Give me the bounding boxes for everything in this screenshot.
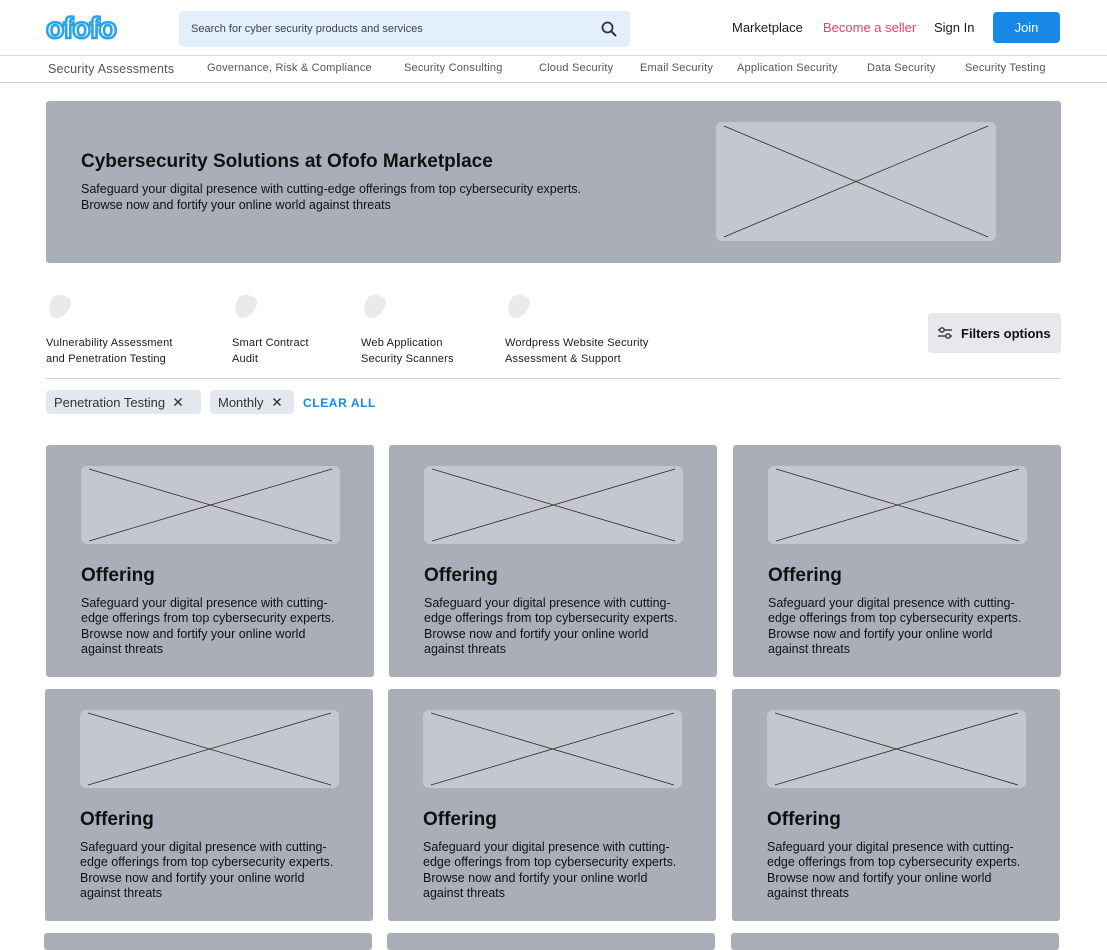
offering-card[interactable]: Offering Safeguard your digital presence… [45, 689, 373, 921]
offering-card-partial[interactable] [387, 933, 715, 950]
quick-category-vapt[interactable]: Vulnerability Assessment and Penetration … [46, 294, 173, 367]
hero-image-placeholder [716, 122, 996, 241]
category-cloud-security[interactable]: Cloud Security [539, 62, 613, 74]
quick-category-wordpress-security[interactable]: Wordpress Website Security Assessment & S… [505, 294, 649, 367]
offering-image-placeholder [767, 710, 1026, 788]
quick-category-label: Vulnerability Assessment and Penetration … [46, 337, 173, 365]
top-header: ofofo Marketplace Become a seller Sign I… [0, 0, 1107, 56]
quick-category-label: Web Application Security Scanners [361, 337, 454, 365]
offering-description: Safeguard your digital presence with cut… [80, 840, 334, 900]
offering-title: Offering [424, 565, 498, 586]
filter-chip-label: Penetration Testing [54, 394, 166, 410]
offering-description: Safeguard your digital presence with cut… [81, 596, 335, 656]
quick-category-label: Wordpress Website Security Assessment & S… [505, 337, 649, 365]
offering-image-placeholder [80, 710, 339, 788]
offering-card[interactable]: Offering Safeguard your digital presence… [733, 445, 1061, 677]
search-icon[interactable] [600, 20, 618, 38]
category-email-security[interactable]: Email Security [640, 62, 713, 74]
shield-icon [49, 294, 72, 319]
close-icon[interactable] [272, 397, 282, 407]
svg-text:ofofo: ofofo [46, 13, 117, 43]
offering-card[interactable]: Offering Safeguard your digital presence… [389, 445, 717, 677]
logo-wordmark: ofofo [46, 13, 119, 43]
hero-banner: Cybersecurity Solutions at Ofofo Marketp… [46, 101, 1061, 263]
sliders-icon [938, 327, 952, 339]
offering-title: Offering [767, 809, 841, 830]
offering-title: Offering [768, 565, 842, 586]
category-security-testing[interactable]: Security Testing [965, 62, 1046, 74]
offering-image-placeholder [424, 466, 683, 544]
category-governance-risk-compliance[interactable]: Governance, Risk & Compliance [207, 62, 372, 74]
offering-description: Safeguard your digital presence with cut… [424, 596, 678, 656]
nav-become-seller-link[interactable]: Become a seller [823, 20, 916, 35]
shield-icon [364, 294, 387, 319]
filter-chip-monthly[interactable]: Monthly [210, 390, 294, 414]
offering-description: Safeguard your digital presence with cut… [768, 596, 1022, 656]
offering-image-placeholder [768, 466, 1027, 544]
join-button[interactable]: Join [993, 12, 1060, 43]
offering-card-partial[interactable] [44, 933, 372, 950]
offering-card-partial[interactable] [731, 933, 1059, 950]
filters-options-button[interactable]: Filters options [928, 313, 1061, 353]
offering-card[interactable]: Offering Safeguard your digital presence… [46, 445, 374, 677]
quick-category-web-app-scanners[interactable]: Web Application Security Scanners [361, 294, 454, 367]
offering-title: Offering [423, 809, 497, 830]
quick-category-smart-contract-audit[interactable]: Smart Contract Audit [232, 294, 309, 367]
nav-sign-in-link[interactable]: Sign In [934, 20, 974, 35]
filters-options-label: Filters options [961, 325, 1051, 341]
category-security-consulting[interactable]: Security Consulting [404, 62, 503, 74]
nav-marketplace-link[interactable]: Marketplace [732, 20, 803, 35]
offering-card[interactable]: Offering Safeguard your digital presence… [732, 689, 1060, 921]
category-bar: Security Assessments Governance, Risk & … [0, 56, 1107, 83]
category-security-assessments[interactable]: Security Assessments [48, 62, 174, 76]
category-application-security[interactable]: Application Security [737, 62, 838, 74]
search-bar [179, 11, 630, 47]
shield-icon [508, 294, 531, 319]
ofofo-logo[interactable]: ofofo [46, 10, 149, 46]
offering-image-placeholder [81, 466, 340, 544]
shield-icon [235, 294, 258, 319]
hero-title: Cybersecurity Solutions at Ofofo Marketp… [81, 151, 493, 172]
offering-card[interactable]: Offering Safeguard your digital presence… [388, 689, 716, 921]
hero-description: Safeguard your digital presence with cut… [81, 182, 582, 212]
filter-chip-label: Monthly [218, 394, 264, 410]
offering-description: Safeguard your digital presence with cut… [767, 840, 1021, 900]
offering-image-placeholder [423, 710, 682, 788]
search-input[interactable] [179, 11, 630, 47]
offering-description: Safeguard your digital presence with cut… [423, 840, 677, 900]
offering-title: Offering [80, 809, 154, 830]
filter-chip-penetration-testing[interactable]: Penetration Testing [46, 390, 201, 414]
section-divider [46, 378, 1061, 379]
offering-title: Offering [81, 565, 155, 586]
quick-category-label: Smart Contract Audit [232, 337, 309, 365]
clear-all-button[interactable]: CLEAR ALL [303, 396, 376, 410]
close-icon[interactable] [173, 397, 183, 407]
category-data-security[interactable]: Data Security [867, 62, 936, 74]
